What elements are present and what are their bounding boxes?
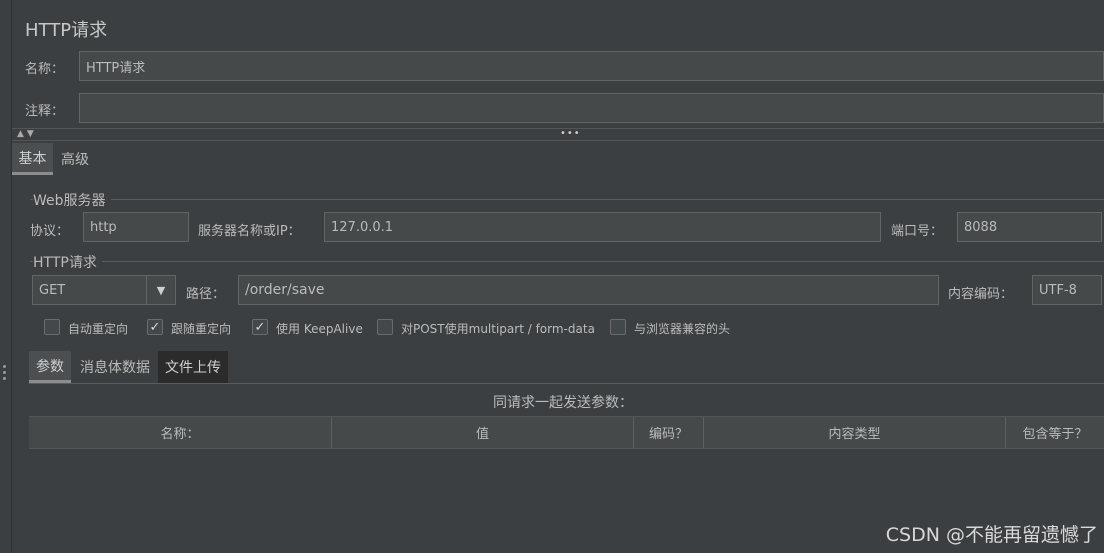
column-value[interactable]: 值 [332, 417, 634, 448]
collapse-arrows-icon[interactable]: ▲▼ [17, 129, 37, 139]
name-label: 名称： [25, 62, 65, 77]
params-table-header: 名称： 值 编码？ 内容类型 包含等于？ [29, 416, 1104, 449]
chevron-down-icon[interactable]: ▼ [146, 276, 175, 304]
page-title: HTTP请求 [25, 20, 108, 41]
tab-advanced[interactable]: 高级 [53, 143, 97, 175]
params-caption: 同请求一起发送参数： [493, 395, 633, 411]
comment-input[interactable] [79, 93, 1104, 123]
path-label: 路径： [186, 287, 226, 302]
checkmark-icon: ✓ [149, 319, 161, 335]
path-input[interactable]: /order/save [238, 275, 939, 305]
protocol-input[interactable]: http [83, 212, 189, 242]
browser-compatible-checkbox[interactable] [610, 319, 626, 335]
multipart-label: 对POST使用multipart / form-data [401, 322, 595, 336]
column-content-type[interactable]: 内容类型 [704, 417, 1006, 448]
tab-body-data[interactable]: 消息体数据 [72, 351, 158, 383]
name-input[interactable]: HTTP请求 [79, 51, 1104, 81]
encoding-label: 内容编码： [948, 287, 1014, 302]
comment-label: 注释： [25, 104, 65, 119]
panel-splitter[interactable]: ▲▼ ••• [12, 128, 1104, 141]
method-value: GET [39, 282, 66, 298]
encoding-input[interactable]: UTF-8 [1032, 275, 1102, 305]
port-input[interactable]: 8088 [957, 212, 1102, 242]
follow-redirect-checkbox[interactable]: ✓ [147, 319, 163, 335]
browser-compatible-label: 与浏览器兼容的头 [634, 322, 731, 336]
http-request-divider [30, 261, 1104, 262]
server-input[interactable]: 127.0.0.1 [324, 212, 881, 242]
left-gutter [0, 0, 12, 553]
multipart-checkbox[interactable] [377, 319, 393, 335]
server-label: 服务器名称或IP： [198, 224, 301, 239]
http-request-section-title: HTTP请求 [33, 252, 102, 272]
watermark-text: CSDN @不能再留遗憾了 [885, 524, 1098, 546]
column-encode[interactable]: 编码？ [634, 417, 704, 448]
web-server-section-title: Web服务器 [33, 190, 111, 210]
tab-basic[interactable]: 基本 [12, 143, 53, 175]
port-label: 端口号： [891, 224, 944, 239]
web-server-divider [30, 199, 1104, 200]
keepalive-checkbox[interactable]: ✓ [252, 319, 268, 335]
drag-handle[interactable] [3, 365, 7, 381]
method-select[interactable]: GET ▼ [32, 275, 176, 305]
splitter-dots-icon: ••• [560, 128, 581, 139]
protocol-label: 协议： [30, 224, 70, 239]
subtab-divider [29, 383, 1104, 384]
auto-redirect-checkbox[interactable] [44, 319, 60, 335]
column-name[interactable]: 名称： [29, 417, 332, 448]
column-include-equals[interactable]: 包含等于？ [1006, 417, 1104, 448]
auto-redirect-label: 自动重定向 [68, 322, 129, 336]
follow-redirect-label: 跟随重定向 [171, 322, 232, 336]
tab-file-upload[interactable]: 文件上传 [158, 351, 228, 383]
keepalive-label: 使用 KeepAlive [276, 322, 363, 336]
tab-parameters[interactable]: 参数 [29, 351, 71, 383]
checkmark-icon: ✓ [254, 319, 266, 335]
